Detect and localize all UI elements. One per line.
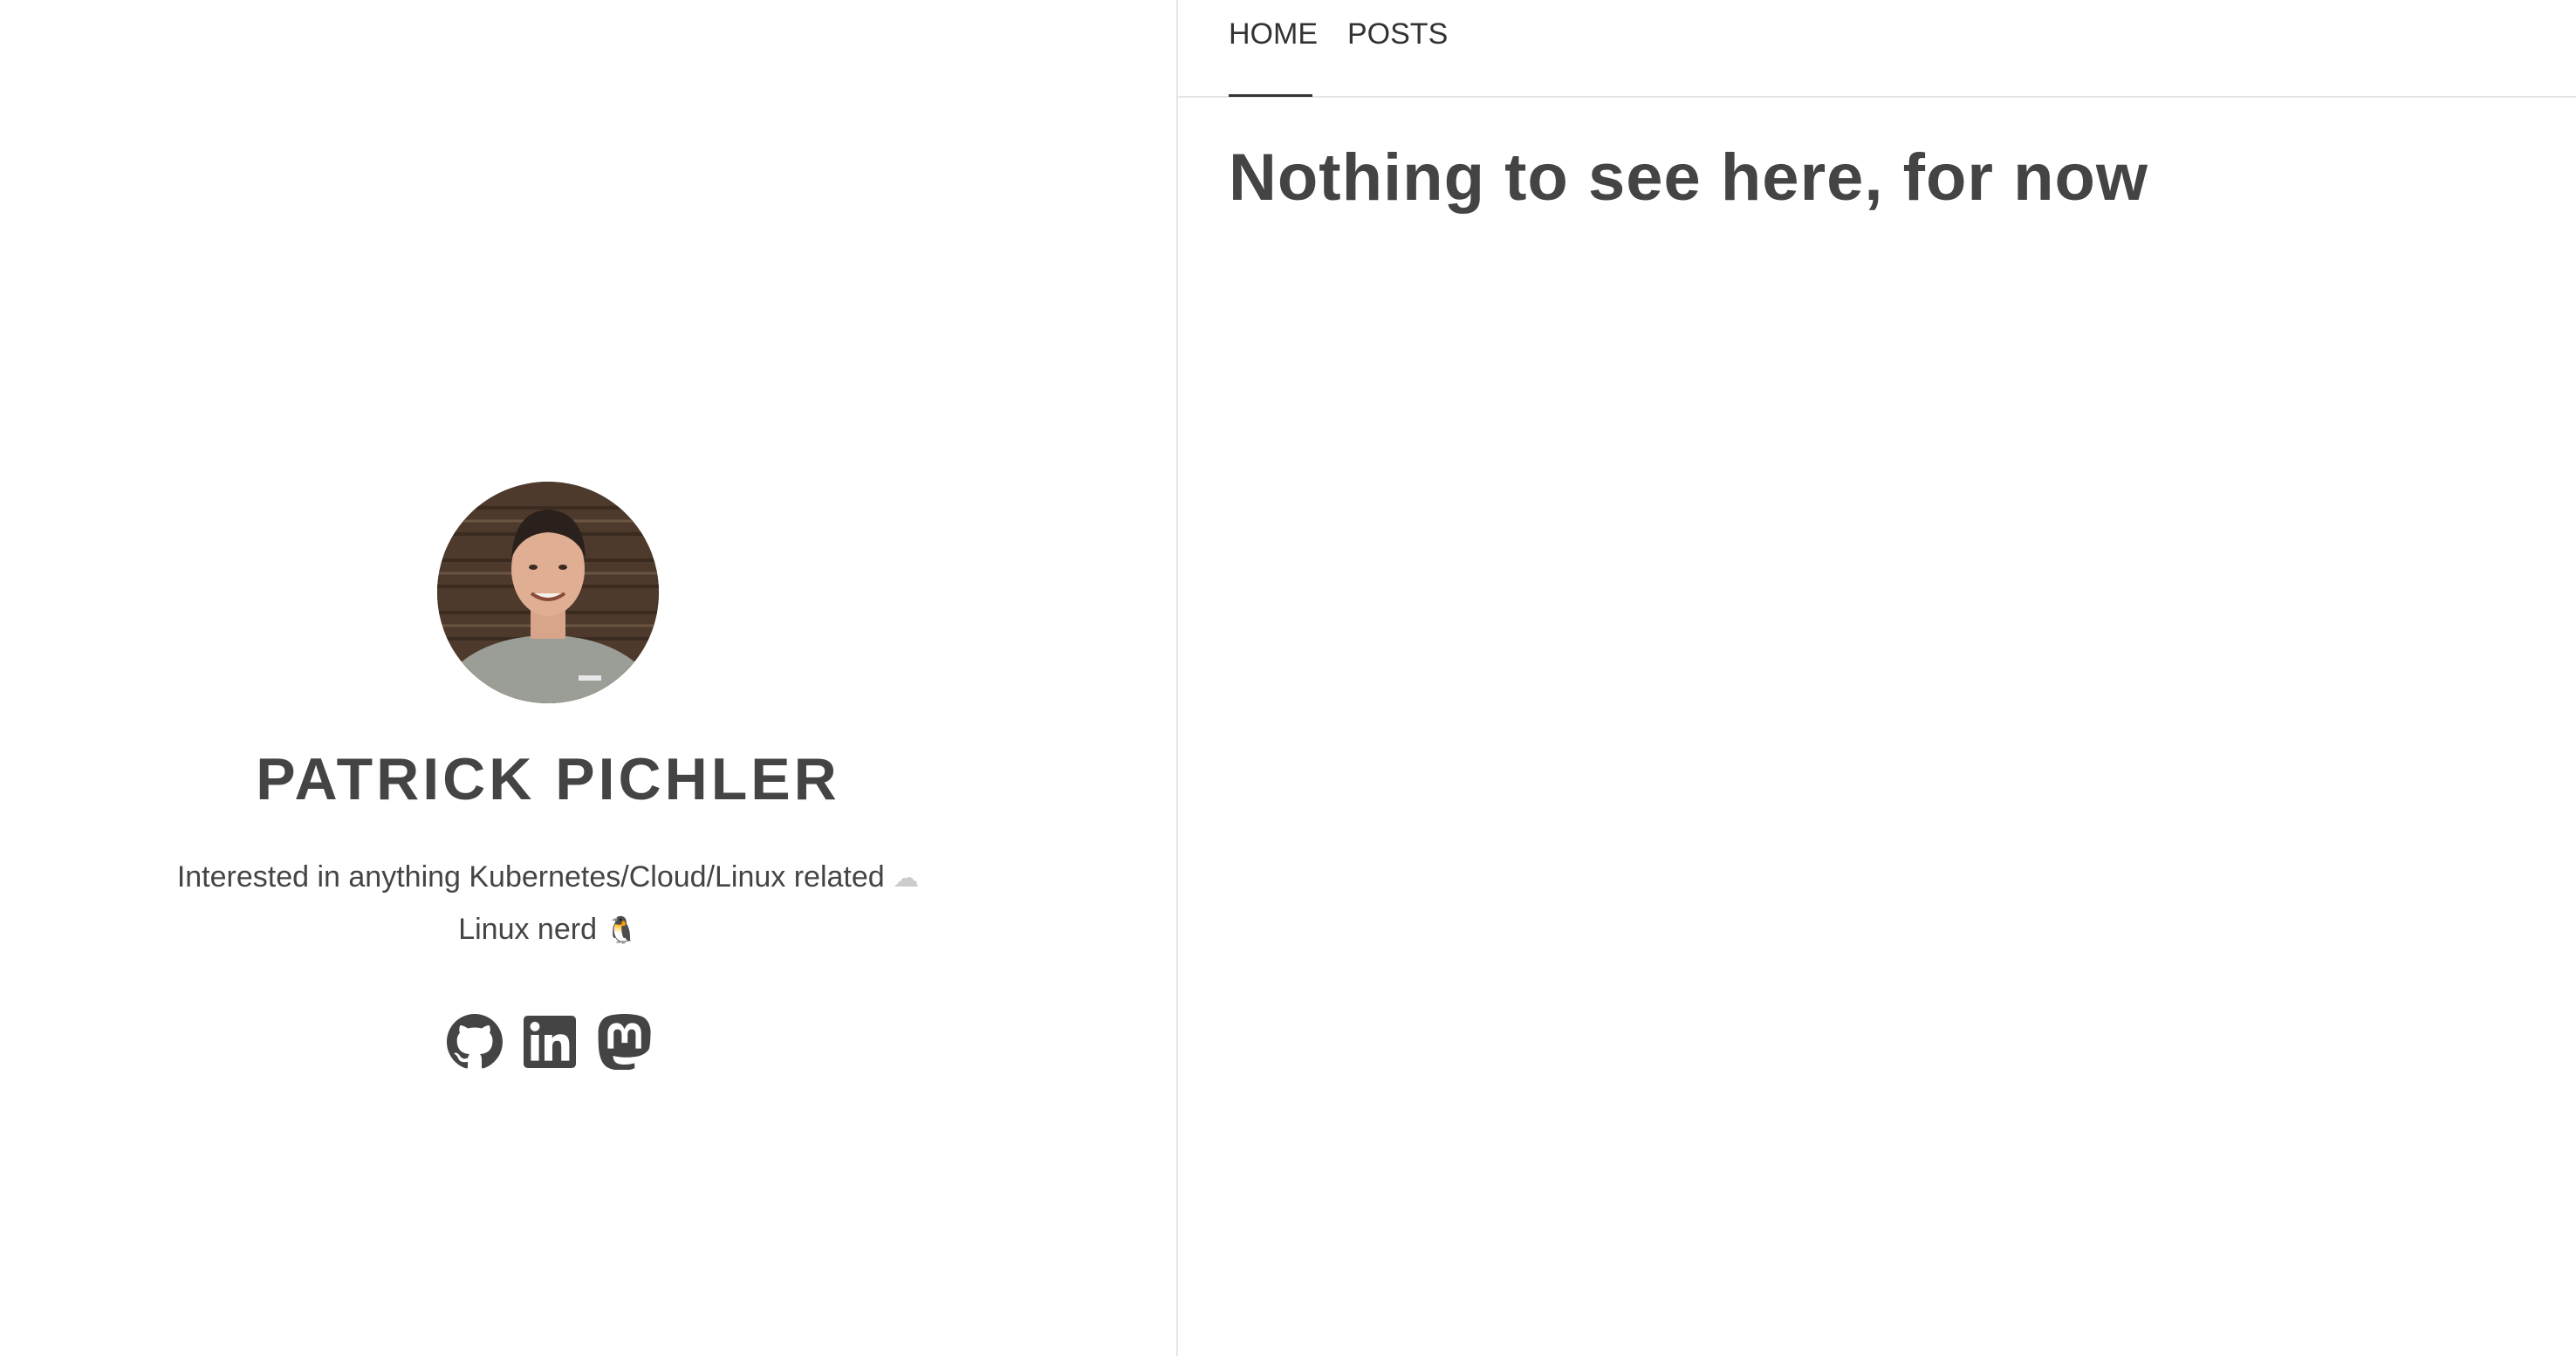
social-links [447,1014,672,1070]
penguin-emoji: 🐧 [605,915,638,946]
active-nav-indicator [1229,94,1312,97]
bio-line-1: Interested in anything Kubernetes/Cloud/… [0,860,1096,894]
avatar-photo [437,482,659,703]
page-heading: Nothing to see here, for now [1229,140,2149,215]
bio-line-1-text: Interested in anything Kubernetes/Cloud/… [176,860,885,894]
linkedin-icon [524,1016,576,1068]
github-icon [447,1014,503,1069]
main-content: HOME POSTS Nothing to see here, for now [1178,0,2576,1356]
nav-home[interactable]: HOME [1229,17,1318,51]
profile-sidebar: PATRICK PICHLER Interested in anything K… [0,0,1178,1356]
avatar [437,482,659,703]
cloud-emoji: ☁ [893,863,920,894]
profile-name: PATRICK PICHLER [256,746,840,812]
bio-line-2: Linux nerd 🐧 [0,913,1096,947]
bio-line-2-text: Linux nerd [458,913,597,946]
top-nav: HOME POSTS [1178,0,2576,98]
page: PATRICK PICHLER Interested in anything K… [0,0,2576,1356]
mastodon-icon [598,1014,651,1070]
mastodon-link[interactable] [597,1014,653,1070]
github-link[interactable] [447,1014,503,1070]
linkedin-link[interactable] [522,1014,578,1070]
nav-posts[interactable]: POSTS [1347,17,1448,51]
